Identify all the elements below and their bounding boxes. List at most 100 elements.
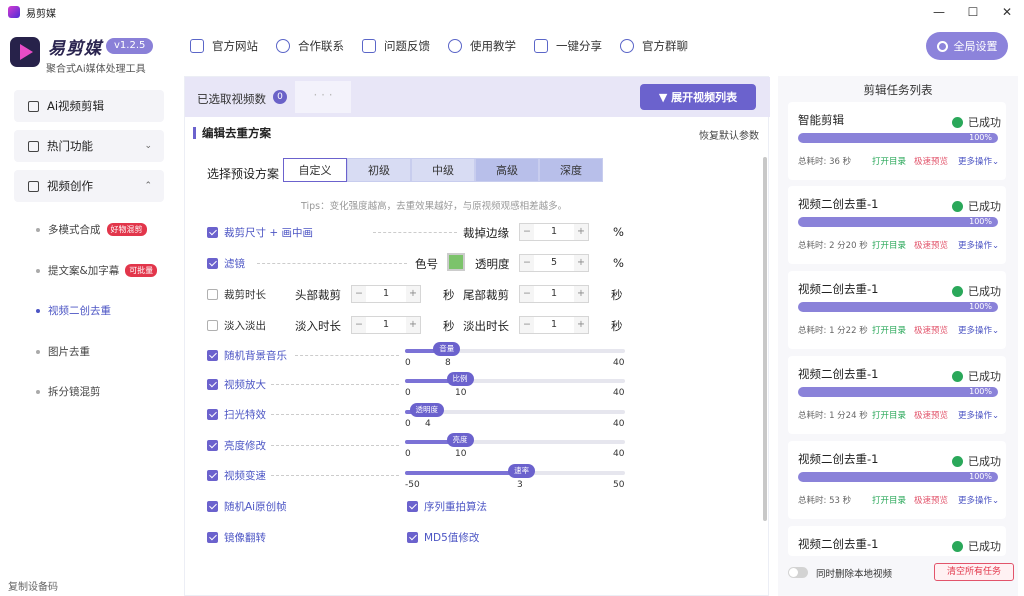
task-panel: 剪辑任务列表 智能剪辑 已成功 100% 总耗时: 36 秒 打开目录 极速预览… xyxy=(778,76,1018,596)
sweep-light-option[interactable]: 扫光特效 xyxy=(207,404,266,424)
close-button[interactable]: ✕ xyxy=(998,3,1016,21)
checkbox[interactable] xyxy=(207,349,218,361)
brightness-option[interactable]: 亮度修改 xyxy=(207,435,266,455)
more-dots[interactable]: · · · xyxy=(295,81,351,113)
logo-icon xyxy=(10,37,40,67)
checkbox[interactable] xyxy=(207,408,218,420)
open-dir-link[interactable]: 打开目录 xyxy=(872,409,906,421)
checkbox[interactable] xyxy=(207,469,218,481)
nav-tutorial[interactable]: 使用教学 xyxy=(448,38,516,54)
zoom-slider[interactable]: 比例 xyxy=(405,372,625,386)
preset-high[interactable]: 高级 xyxy=(475,158,539,182)
checkbox[interactable] xyxy=(207,500,218,512)
fast-preview-link[interactable]: 极速预览 xyxy=(914,494,948,506)
head-trim-stepper[interactable]: −1 + xyxy=(351,285,421,303)
opacity-stepper[interactable]: −5 + xyxy=(519,254,589,272)
sidebar-item-ai-edit[interactable]: Ai视频剪辑 xyxy=(14,90,164,122)
more-actions-link[interactable]: 更多操作⌄ xyxy=(958,155,999,167)
nav-share[interactable]: 一键分享 xyxy=(534,38,602,54)
chat-icon xyxy=(620,39,634,53)
scrollbar[interactable] xyxy=(763,157,767,521)
speed-option[interactable]: 视频变速 xyxy=(207,465,266,485)
md5-option[interactable]: MD5值修改 xyxy=(407,527,479,547)
fast-preview-link[interactable]: 极速预览 xyxy=(914,409,948,421)
open-dir-link[interactable]: 打开目录 xyxy=(872,155,906,167)
copy-device-code-link[interactable]: 复制设备码 xyxy=(8,578,58,593)
crop-option[interactable]: 裁剪尺寸 + 画中画 xyxy=(207,222,313,242)
fast-preview-link[interactable]: 极速预览 xyxy=(914,239,948,251)
nav-feedback[interactable]: 问题反馈 xyxy=(362,38,430,54)
bgm-option[interactable]: 随机背景音乐 xyxy=(207,345,287,365)
checkbox[interactable] xyxy=(207,531,218,543)
status-badge: 已成功 xyxy=(952,283,1001,299)
slider-thumb[interactable]: 比例 xyxy=(446,372,474,386)
nav-group-chat[interactable]: 官方群聊 xyxy=(620,38,688,54)
version-badge: v1.2.5 xyxy=(106,38,154,54)
brightness-slider[interactable]: 亮度 xyxy=(405,433,625,447)
slider-thumb[interactable]: 速率 xyxy=(508,464,536,478)
preset-basic[interactable]: 初级 xyxy=(347,158,411,182)
nav-contact[interactable]: 合作联系 xyxy=(276,38,344,54)
fade-in-stepper[interactable]: −1 + xyxy=(351,316,421,334)
app-icon xyxy=(8,6,20,18)
checkbox[interactable] xyxy=(207,319,218,331)
sidebar-sub-image-dedup[interactable]: 图片去重 xyxy=(36,344,90,359)
preset-medium[interactable]: 中级 xyxy=(411,158,475,182)
trim-option[interactable]: 裁剪时长 xyxy=(207,284,266,304)
apps-icon xyxy=(28,140,39,152)
ai-frame-option[interactable]: 随机Ai原创帧 xyxy=(207,496,287,516)
preset-deep[interactable]: 深度 xyxy=(539,158,603,182)
clear-all-tasks-button[interactable]: 清空所有任务 xyxy=(934,563,1014,581)
mirror-option[interactable]: 镜像翻转 xyxy=(207,527,266,547)
slider-thumb[interactable]: 音量 xyxy=(433,342,461,356)
tail-trim-stepper[interactable]: −1 + xyxy=(519,285,589,303)
sidebar: Ai视频剪辑 热门功能 ⌄ 视频创作 ⌃ 多模式合成 好物混剪 提文案&加字幕 可批量 … xyxy=(0,74,178,596)
crop-edge-stepper[interactable]: −1 + xyxy=(519,223,589,241)
sidebar-sub-subtitle[interactable]: 提文案&加字幕 可批量 xyxy=(36,263,158,278)
maximize-button[interactable]: ☐ xyxy=(964,3,982,21)
checkbox[interactable] xyxy=(207,226,218,238)
sequence-option[interactable]: 序列重拍算法 xyxy=(407,496,487,516)
fade-option[interactable]: 淡入淡出 xyxy=(207,315,266,335)
checkbox[interactable] xyxy=(407,500,418,512)
global-settings-button[interactable]: 全局设置 xyxy=(926,32,1008,60)
opacity-slider[interactable]: 透明度 xyxy=(405,403,625,417)
sidebar-sub-split-mix[interactable]: 拆分镜混剪 xyxy=(36,384,101,399)
more-actions-link[interactable]: 更多操作⌄ xyxy=(958,239,999,251)
checkbox[interactable] xyxy=(207,257,218,269)
checkbox[interactable] xyxy=(207,439,218,451)
filter-option[interactable]: 滤镜 xyxy=(207,253,245,273)
expand-video-list-button[interactable]: ▼ 展开视频列表 xyxy=(640,84,756,110)
checkbox[interactable] xyxy=(407,531,418,543)
fade-out-stepper[interactable]: −1 + xyxy=(519,316,589,334)
slider-thumb[interactable]: 亮度 xyxy=(446,433,474,447)
task-card: 视频二创去重-1 已成功 100% 总耗时: 53 秒 打开目录 极速预览 更多… xyxy=(788,441,1006,519)
badge: 好物混剪 xyxy=(106,223,147,236)
slider-thumb[interactable]: 透明度 xyxy=(409,403,444,417)
sidebar-sub-dedup[interactable]: 视频二创去重 xyxy=(36,303,111,318)
checkbox[interactable] xyxy=(207,378,218,390)
sidebar-item-create[interactable]: 视频创作 ⌃ xyxy=(14,170,164,202)
sidebar-item-hot[interactable]: 热门功能 ⌄ xyxy=(14,130,164,162)
delete-local-toggle[interactable] xyxy=(788,567,808,578)
speed-slider[interactable]: 速率 xyxy=(405,464,625,478)
nav-official-site[interactable]: 官方网站 xyxy=(190,38,258,54)
checkbox[interactable] xyxy=(207,288,218,300)
open-dir-link[interactable]: 打开目录 xyxy=(872,324,906,336)
more-actions-link[interactable]: 更多操作⌄ xyxy=(958,324,999,336)
open-dir-link[interactable]: 打开目录 xyxy=(872,239,906,251)
color-swatch[interactable] xyxy=(447,253,465,271)
reset-defaults-link[interactable]: 恢复默认参数 xyxy=(699,127,759,142)
minimize-button[interactable]: — xyxy=(930,3,948,21)
fast-preview-link[interactable]: 极速预览 xyxy=(914,155,948,167)
tips-text: Tips：变化强度越高，去重效果越好，与原视频观感相差越多。 xyxy=(301,201,568,212)
sidebar-sub-multimode[interactable]: 多模式合成 好物混剪 xyxy=(36,222,147,237)
more-actions-link[interactable]: 更多操作⌄ xyxy=(958,494,999,506)
more-actions-link[interactable]: 更多操作⌄ xyxy=(958,409,999,421)
fast-preview-link[interactable]: 极速预览 xyxy=(914,324,948,336)
volume-slider[interactable]: 音量 xyxy=(405,342,625,356)
zoom-option[interactable]: 视频放大 xyxy=(207,374,266,394)
preset-custom[interactable]: 自定义 xyxy=(283,158,347,182)
open-dir-link[interactable]: 打开目录 xyxy=(872,494,906,506)
grid-icon xyxy=(190,39,204,53)
